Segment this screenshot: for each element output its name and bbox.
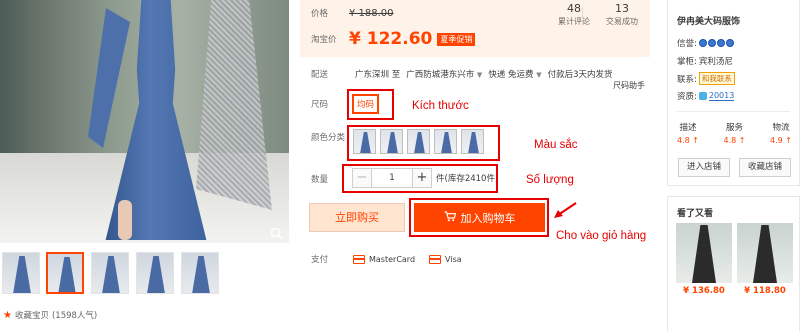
also-viewed-panel: 看了又看 ¥ 136.80 ¥ 118.80 — [667, 196, 800, 331]
ship-to-select[interactable]: 广西防城港东兴市 ▼ — [406, 68, 482, 80]
shipping-row: 配送 广东深圳 至 广西防城港东兴市 ▼ 快递 免运费 ▼ 付款后3天内发货 — [311, 68, 613, 80]
score-logistics: 物流 4.9 ↑ — [770, 123, 792, 145]
reviews-label: 累计评论 — [558, 17, 590, 26]
shop-info-panel: 伊冉美大码服饰 信誉: 掌柜: 宾利汤尼 联系: 和我联系 资质: 20013 … — [667, 0, 800, 186]
qualification-row: 资质: 20013 — [677, 91, 735, 102]
original-price-label: 价格 — [311, 9, 329, 19]
ship-method[interactable]: 快递 免运费 ▼ — [488, 68, 541, 80]
enter-shop-button[interactable]: 进入店铺 — [678, 158, 730, 177]
payment-method-visa: Visa — [429, 254, 462, 264]
also-viewed-item[interactable]: ¥ 136.80 — [676, 223, 732, 296]
keeper-name[interactable]: 宾利汤尼 — [699, 55, 733, 67]
also-viewed-price: ¥ 136.80 — [683, 286, 725, 296]
shop-scores: 描述 4.8 ↑ 服务 4.8 ↑ 物流 4.9 ↑ — [677, 121, 792, 145]
chevron-down-icon: ▼ — [536, 71, 542, 79]
color-label: 颜色分类 — [311, 133, 346, 143]
main-product-image[interactable] — [0, 0, 289, 243]
original-price: ¥ 188.00 — [349, 7, 394, 19]
keeper-row: 掌柜: 宾利汤尼 — [677, 55, 733, 67]
favorite-item[interactable]: ★ 收藏宝贝 (1598人气) — [3, 309, 98, 322]
buy-now-button[interactable]: 立即购买 — [309, 203, 405, 232]
score-description: 描述 4.8 ↑ — [677, 123, 699, 145]
reputation-badge-icon — [698, 39, 734, 47]
favorite-shop-button[interactable]: 收藏店铺 — [739, 158, 791, 177]
contact-row: 联系: 和我联系 — [677, 72, 735, 85]
thumbnail-3[interactable] — [91, 252, 129, 294]
divider — [677, 111, 790, 112]
photo-leg — [118, 200, 132, 240]
star-icon: ★ — [3, 309, 12, 321]
delivery-time: 付款后3天内发货 — [547, 70, 613, 80]
trades-count: 13 — [615, 2, 629, 15]
quantity-label: 数量 — [311, 175, 329, 185]
also-viewed-item[interactable]: ¥ 118.80 — [737, 223, 793, 296]
reviews-count: 48 — [567, 2, 581, 15]
zoom-icon[interactable] — [270, 227, 283, 243]
quantity-annotation: Số lượng — [526, 174, 574, 186]
also-viewed-image — [737, 223, 793, 283]
photo-shawl — [196, 0, 272, 210]
cart-annotation: Cho vào giỏ hàng — [556, 230, 647, 242]
photo-arm — [88, 8, 130, 148]
shipping-label: 配送 — [311, 70, 329, 80]
also-viewed-title: 看了又看 — [677, 209, 714, 219]
quantity-highlight-box — [342, 164, 498, 193]
size-annotation: Kích thước — [412, 100, 469, 112]
thumbnail-2[interactable] — [46, 252, 84, 294]
reputation-row: 信誉: — [677, 37, 734, 49]
color-highlight-box — [347, 125, 500, 161]
current-price-row: 淘宝价 ¥ 122.60 夏季促销 — [311, 29, 476, 49]
popularity-count: (1598人气) — [51, 311, 98, 321]
size-highlight-box — [347, 89, 394, 120]
original-price-row: 价格 ¥ 188.00 — [311, 7, 394, 20]
promo-badge: 夏季促销 — [437, 32, 476, 46]
price-box: 价格 ¥ 188.00 淘宝价 ¥ 122.60 夏季促销 48 累计评论 13… — [300, 0, 650, 57]
size-helper-link[interactable]: 尺码助手 — [613, 80, 645, 91]
trades-label: 交易成功 — [606, 17, 638, 26]
ship-from: 广东深圳 至 — [355, 70, 401, 80]
shop-name[interactable]: 伊冉美大码服饰 — [677, 14, 740, 27]
arrow-icon — [554, 202, 577, 218]
card-icon — [429, 254, 442, 264]
payment-label: 支付 — [311, 255, 329, 265]
contact-button[interactable]: 和我联系 — [698, 72, 735, 85]
current-price: ¥ 122.60 — [349, 29, 433, 49]
also-viewed-price: ¥ 118.80 — [744, 286, 786, 296]
stat-divider — [582, 7, 583, 25]
chevron-down-icon: ▼ — [476, 71, 483, 79]
size-label: 尺码 — [311, 100, 329, 110]
qualification-badge[interactable]: 20013 — [698, 91, 735, 101]
color-annotation: Màu sắc — [534, 139, 578, 151]
trades-stat: 13 交易成功 — [599, 2, 645, 27]
cart-highlight-box — [409, 198, 549, 237]
also-viewed-image — [676, 223, 732, 283]
payment-row: 支付 MasterCard Visa — [311, 253, 476, 265]
thumbnail-1[interactable] — [2, 252, 40, 294]
taobao-price-label: 淘宝价 — [311, 35, 337, 45]
thumbnail-5[interactable] — [181, 252, 219, 294]
favorite-label: 收藏宝贝 — [14, 311, 49, 321]
card-icon — [353, 254, 365, 264]
thumbnail-4[interactable] — [136, 252, 174, 294]
avatar-icon — [698, 92, 707, 100]
payment-method-mastercard: MasterCard — [353, 254, 415, 264]
score-service: 服务 4.8 ↑ — [723, 123, 746, 145]
reviews-stat[interactable]: 48 累计评论 — [551, 2, 597, 27]
